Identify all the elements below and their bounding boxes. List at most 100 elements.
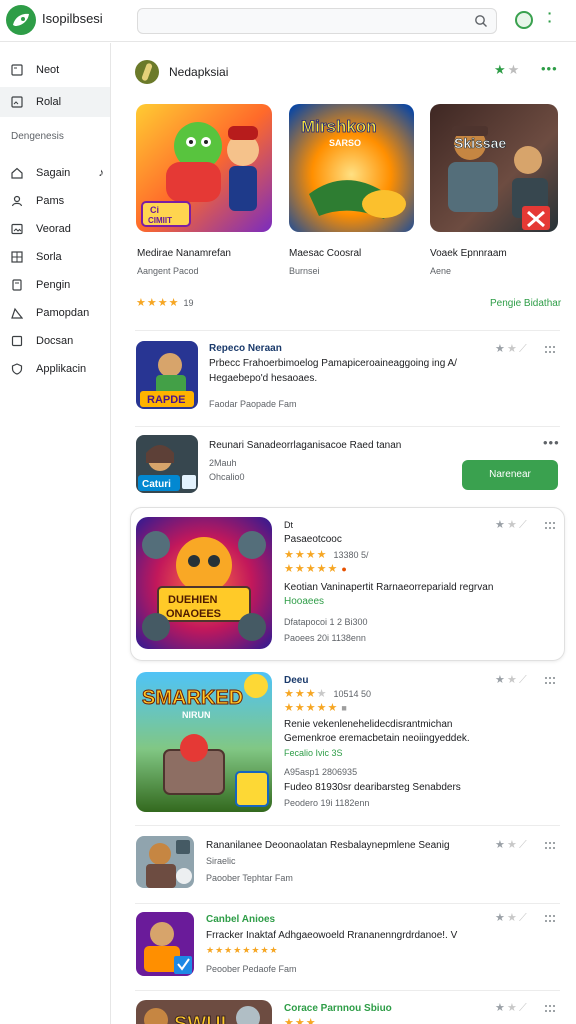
star-icon: ★ xyxy=(294,688,305,700)
star-icon: ★ xyxy=(507,839,517,851)
star-icon: ★ xyxy=(507,343,517,355)
sidebar-item-sagain[interactable]: Sagain ♪ xyxy=(0,158,110,188)
app-description: Frracker Inaktaf Adhgaeowoeld Rrananenng… xyxy=(206,930,458,941)
app-thumbnail[interactable]: RAPDE xyxy=(136,341,198,409)
app-thumbnail[interactable]: SMARKED NIRUN xyxy=(136,672,272,812)
sidebar-item-label: Pengin xyxy=(36,279,71,291)
app-title[interactable]: Canbel Anioes xyxy=(206,914,275,925)
app-meta: Paoober Tephtar Fam xyxy=(206,873,293,883)
app-title: Isopilbsesi xyxy=(42,11,103,26)
star-icon: ★ xyxy=(233,945,242,955)
app-thumbnail[interactable]: DUEHIEN ONAOEES xyxy=(136,517,272,649)
sparkle-icon: ⟋ xyxy=(519,343,527,355)
star-icon: ★ xyxy=(284,563,294,575)
featured-card-name[interactable]: Voaek Epnnraam xyxy=(430,248,507,259)
grid-dots-icon[interactable] xyxy=(544,521,556,531)
grid-dots-icon[interactable] xyxy=(544,345,556,355)
app-title[interactable]: Reunari Sanadeorrlaganisacoe Raed tanan xyxy=(209,440,401,451)
star-icon: ★ xyxy=(294,563,305,575)
sidebar-item-pams[interactable]: Pams xyxy=(0,186,110,216)
rating-row: ★ ★ ★ ★ ★ ★ ★ ★ xyxy=(206,945,278,956)
install-button[interactable]: Narenear xyxy=(462,460,558,490)
divider xyxy=(135,330,560,331)
app-meta: Peoober Pedaofe Fam xyxy=(206,964,297,974)
featured-card-image-3[interactable]: Skissae xyxy=(430,104,558,232)
image-icon xyxy=(11,223,23,235)
star-icon: ★ xyxy=(284,1017,294,1024)
card-art-text: Skissae xyxy=(454,135,506,151)
star-icon: ★ xyxy=(294,1017,305,1024)
search-box[interactable] xyxy=(137,8,497,34)
star-icon: ★ xyxy=(215,945,224,955)
grid-dots-icon[interactable] xyxy=(544,914,556,924)
grid-dots-icon[interactable] xyxy=(544,676,556,686)
app-thumbnail[interactable] xyxy=(136,836,194,888)
more-vert-icon[interactable]: · · xyxy=(545,6,555,28)
sidebar-item-sorla[interactable]: Sorla xyxy=(0,242,110,272)
sidebar-item-neot[interactable]: Neot xyxy=(0,55,110,85)
sidebar-item-applikacin[interactable]: Applikacin xyxy=(0,354,110,384)
app-logo[interactable] xyxy=(6,5,36,35)
sidebar-item-label: Veorad xyxy=(36,223,71,235)
grid-dots-icon[interactable] xyxy=(544,841,556,851)
search-icon[interactable] xyxy=(474,14,488,28)
app-thumbnail[interactable] xyxy=(136,912,194,976)
featured-card-name[interactable]: Medirae Nanamrefan xyxy=(137,248,231,259)
app-meta: 2Mauh xyxy=(209,458,237,468)
star-icon: ★ xyxy=(327,563,338,575)
app-thumbnail[interactable]: SWUI xyxy=(136,1000,272,1024)
more-horiz-icon[interactable]: ••• xyxy=(543,435,560,450)
card-art-text: Mirshkon xyxy=(301,117,377,136)
rating-count: 10514 50 xyxy=(333,688,372,699)
star-icon: ★ xyxy=(251,945,260,955)
search-input[interactable] xyxy=(138,9,458,33)
sidebar-item-docsan[interactable]: Docsan xyxy=(0,326,110,356)
box-icon xyxy=(11,335,23,347)
app-title[interactable]: Repeco Neraan xyxy=(209,343,282,354)
star-icon: ★ xyxy=(316,563,327,575)
star-icon: ★ xyxy=(507,519,517,531)
card-art-text: CIMIIT xyxy=(148,216,172,225)
star-icon: ★ xyxy=(224,945,233,955)
star-icon: ★ xyxy=(146,297,157,309)
featured-card-image-1[interactable]: Ci CIMIIT xyxy=(136,104,272,232)
sparkle-icon: ⟋ xyxy=(519,839,527,851)
card-art-text: Ci xyxy=(150,205,159,215)
sidebar-item-rolal[interactable]: Rolal xyxy=(0,87,110,117)
app-title[interactable]: Corace Parnnou Sbiuo xyxy=(284,1003,392,1014)
featured-card-image-2[interactable]: Mirshkon SARSO xyxy=(289,104,414,232)
sidebar: Neot Rolal Dengenesis Sagain ♪ Pams Veor… xyxy=(0,43,111,1024)
divider xyxy=(135,825,560,826)
sidebar-section-title: Dengenesis xyxy=(11,131,64,142)
featured-card-developer: Aangent Pacod xyxy=(137,266,199,276)
app-description: Hegaebepo'd hesaoaes. xyxy=(209,373,318,384)
app-title[interactable]: Rananilanee Deoonaolatan Resbalaynepmlen… xyxy=(206,840,450,851)
star-icon: ★ xyxy=(294,702,305,714)
app-meta: Ohcalio0 xyxy=(209,472,245,482)
card-art-text: SARSO xyxy=(329,138,361,148)
account-avatar[interactable] xyxy=(515,11,533,29)
sparkle-icon: ⟋ xyxy=(519,674,527,686)
image-icon xyxy=(11,96,23,108)
app-meta: A95asp1 2806935 xyxy=(284,767,358,777)
sidebar-item-pamopdan[interactable]: Pamopdan xyxy=(0,298,110,328)
app-thumbnail[interactable]: Caturi xyxy=(136,435,198,493)
sidebar-item-label: Applikacin xyxy=(36,363,87,375)
sidebar-item-veorad[interactable]: Veorad xyxy=(0,214,110,244)
see-more-link[interactable]: Pengie Bidathar xyxy=(490,298,561,309)
star-icon: ★ xyxy=(507,674,517,686)
featured-card-name[interactable]: Maesac Coosral xyxy=(289,248,361,259)
app-art-text: SWUI xyxy=(174,1013,226,1024)
more-horiz-icon[interactable]: ••• xyxy=(541,61,558,76)
divider xyxy=(135,903,560,904)
star-icon: ★ xyxy=(157,297,168,309)
grid-dots-icon[interactable] xyxy=(544,1004,556,1014)
sparkle-icon: ⟋ xyxy=(519,1002,527,1014)
leaf-icon xyxy=(13,13,29,26)
sidebar-item-pengin[interactable]: Pengin xyxy=(0,270,110,300)
star-icon: ★ xyxy=(494,62,506,77)
star-icon: ★ xyxy=(316,549,327,561)
app-title[interactable]: Pasaeotcooc xyxy=(284,534,342,545)
app-title[interactable]: Deeu xyxy=(284,675,308,686)
star-icon: ★ xyxy=(284,702,294,714)
